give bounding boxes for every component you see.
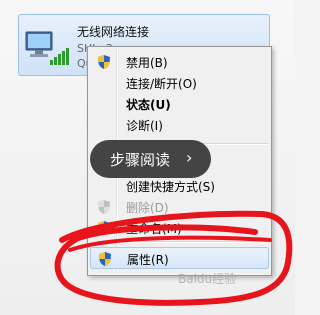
menu-label: 重命名(M) — [126, 222, 182, 236]
menu-label: 状态(U) — [126, 98, 171, 112]
chevron-right-icon: › — [186, 148, 193, 167]
uac-shield-icon — [98, 55, 110, 69]
menu-label: 禁用(B) — [126, 56, 168, 70]
menu-label: 诊断(I) — [126, 119, 163, 133]
menu-label: 连接/断开(O) — [126, 77, 197, 91]
menu-label: 创建快捷方式(S) — [126, 180, 215, 194]
menu-item-create-shortcut[interactable]: 创建快捷方式(S) — [90, 175, 269, 197]
wireless-network-icon — [25, 31, 69, 65]
menu-item-status[interactable]: 状态(U) — [90, 93, 269, 115]
menu-label: 属性(R) — [127, 253, 169, 267]
connection-name: 无线网络连接 — [77, 25, 150, 39]
menu-item-rename[interactable]: 重命名(M) — [90, 217, 269, 239]
watermark: Baidu经验 — [178, 272, 237, 286]
uac-shield-icon — [98, 200, 110, 214]
menu-separator — [120, 241, 268, 243]
menu-label: 删除(D) — [126, 201, 169, 215]
menu-item-properties[interactable]: 属性(R) — [90, 247, 269, 269]
menu-item-delete: 删除(D) — [90, 196, 269, 218]
menu-item-disable[interactable]: 禁用(B) — [90, 51, 269, 73]
step-reading-label: 步骤阅读 — [110, 151, 171, 169]
menu-item-diagnose[interactable]: 诊断(I) — [90, 114, 269, 136]
uac-shield-icon — [99, 252, 111, 266]
menu-item-connect-disconnect[interactable]: 连接/断开(O) — [90, 72, 269, 94]
step-reading-button[interactable]: 步骤阅读 › — [90, 140, 211, 178]
uac-shield-icon — [98, 221, 110, 235]
